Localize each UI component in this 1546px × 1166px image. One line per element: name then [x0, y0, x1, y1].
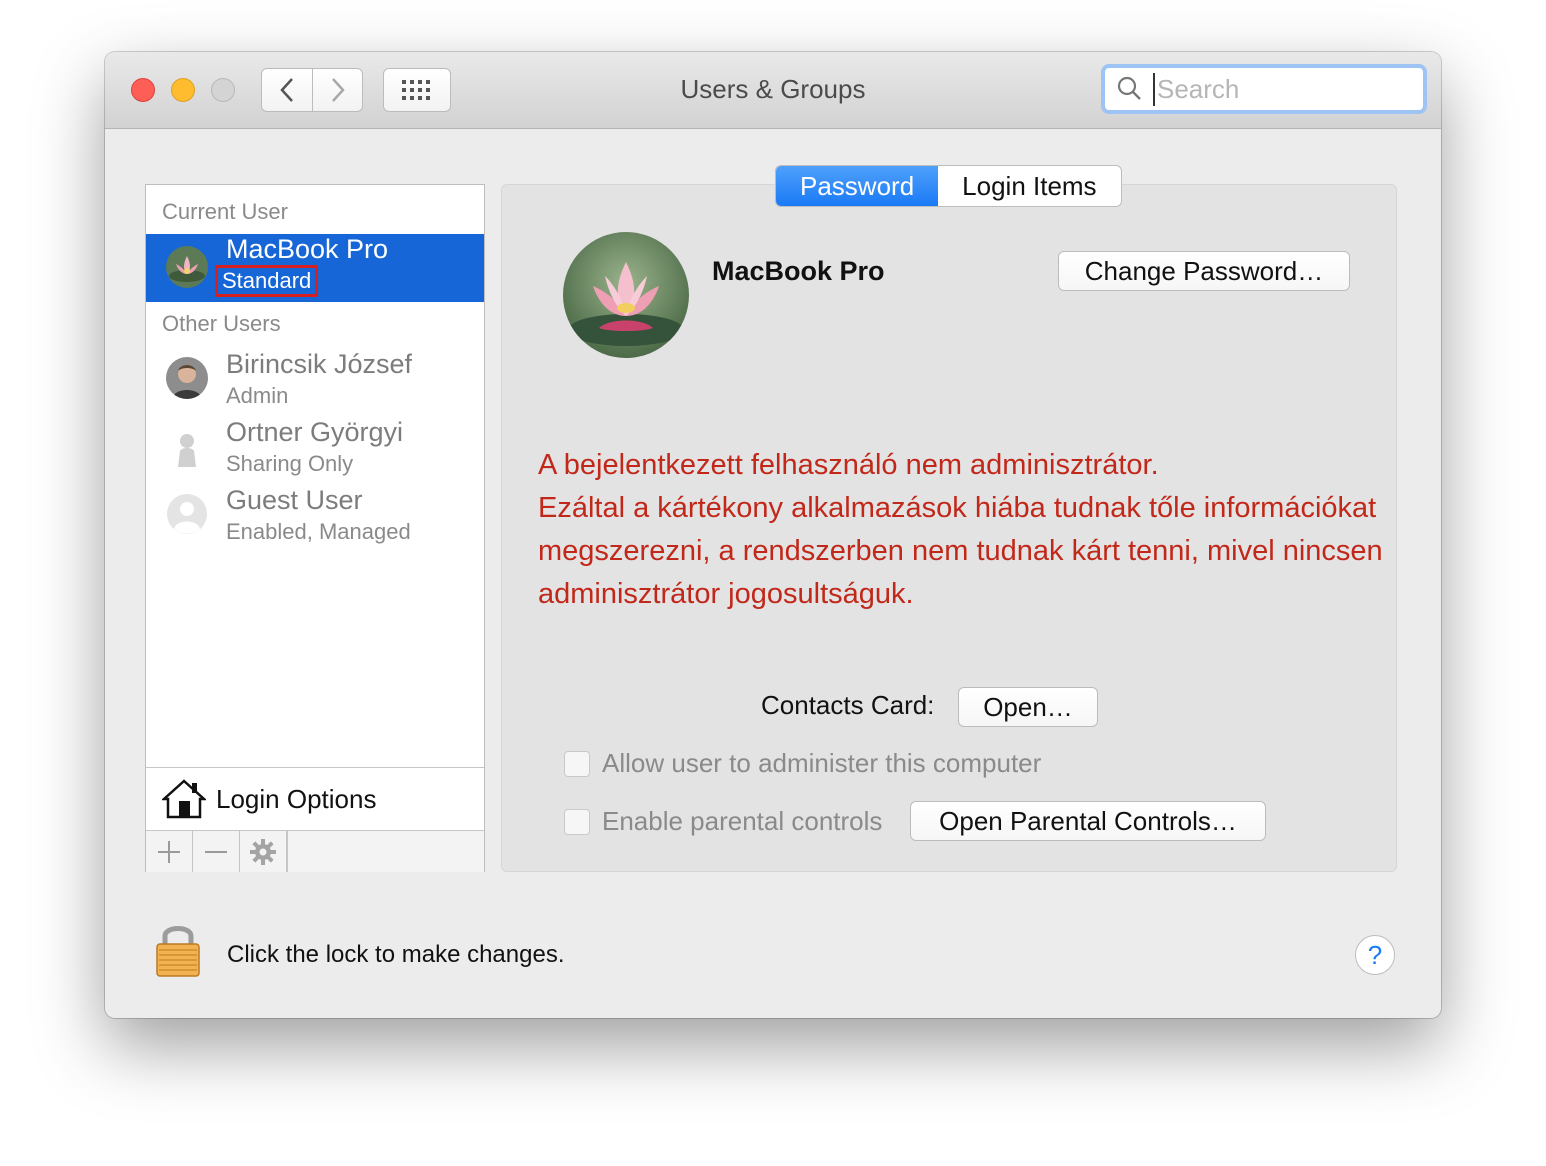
- current-user-role: Standard: [215, 265, 319, 297]
- allow-admin-row: Allow user to administer this computer: [564, 748, 1041, 779]
- user-role: Sharing Only: [226, 451, 354, 476]
- selected-user-name: MacBook Pro: [712, 256, 885, 286]
- user-row-birincsik[interactable]: Birincsik József Admin: [146, 347, 484, 415]
- notice-line: Ezáltal a kártékony alkalmazások hiába t…: [538, 492, 1377, 524]
- notice-line: adminisztrátor jogosultságuk.: [538, 578, 914, 610]
- parental-controls-checkbox[interactable]: [564, 808, 590, 835]
- search-field[interactable]: [1101, 64, 1427, 114]
- tab-password[interactable]: Password: [776, 166, 939, 206]
- guest-user-icon: [166, 493, 208, 535]
- users-groups-window: Users & Groups Current User: [105, 52, 1441, 1018]
- lock-message: Click the lock to make changes.: [227, 941, 565, 968]
- action-menu-button[interactable]: [240, 831, 287, 872]
- user-role: Admin: [226, 383, 289, 408]
- login-options-item[interactable]: Login Options: [146, 767, 484, 830]
- annotation-notice: A bejelentkezett felhasználó nem adminis…: [538, 444, 1428, 616]
- user-list: Current User MacBook Pro Standard Other …: [145, 184, 485, 872]
- sharing-user-icon: [166, 429, 208, 471]
- titlebar: Users & Groups: [105, 52, 1441, 129]
- current-user-heading: Current User: [162, 199, 288, 224]
- toolbar-spacer: [287, 831, 288, 872]
- user-row-guest[interactable]: Guest User Enabled, Managed: [146, 483, 484, 551]
- help-button[interactable]: ?: [1355, 935, 1395, 975]
- login-options-label: Login Options: [216, 783, 377, 814]
- user-name: Birincsik József: [226, 349, 413, 379]
- add-user-button[interactable]: [146, 831, 193, 872]
- user-picture[interactable]: [563, 232, 689, 358]
- notice-line: A bejelentkezett felhasználó nem adminis…: [538, 449, 1159, 481]
- user-name: Ortner Györgyi: [226, 417, 404, 447]
- search-icon: [1117, 76, 1141, 100]
- other-users-heading: Other Users: [162, 311, 281, 336]
- lock-icon[interactable]: [155, 920, 201, 978]
- user-list-toolbar: [146, 830, 484, 872]
- current-user-name: MacBook Pro: [226, 234, 389, 264]
- photo-avatar: [166, 357, 208, 399]
- allow-admin-checkbox[interactable]: [564, 750, 590, 777]
- minus-icon: [205, 850, 227, 853]
- house-icon: [162, 779, 206, 819]
- user-row-ortner[interactable]: Ortner Györgyi Sharing Only: [146, 415, 484, 483]
- change-password-button[interactable]: Change Password…: [1058, 251, 1350, 291]
- tab-bar: Password Login Items: [775, 165, 1122, 207]
- user-role: Enabled, Managed: [226, 519, 411, 544]
- parental-controls-row: Enable parental controls: [564, 806, 882, 837]
- open-contacts-card-button[interactable]: Open…: [958, 687, 1098, 727]
- contacts-card-label: Contacts Card:: [761, 690, 935, 720]
- lotus-avatar: [166, 246, 208, 288]
- notice-line: megszerezni, a rendszerben nem tudnak ká…: [538, 535, 1383, 567]
- remove-user-button[interactable]: [193, 831, 240, 872]
- tab-login-items[interactable]: Login Items: [938, 166, 1120, 206]
- allow-admin-label: Allow user to administer this computer: [602, 748, 1042, 778]
- parental-controls-label: Enable parental controls: [602, 806, 883, 836]
- open-parental-controls-button[interactable]: Open Parental Controls…: [910, 801, 1266, 841]
- plus-icon: [158, 840, 180, 863]
- gear-icon: [250, 838, 276, 865]
- search-input[interactable]: [1153, 72, 1409, 106]
- user-row-current[interactable]: MacBook Pro Standard: [146, 234, 484, 302]
- user-name: Guest User: [226, 485, 363, 515]
